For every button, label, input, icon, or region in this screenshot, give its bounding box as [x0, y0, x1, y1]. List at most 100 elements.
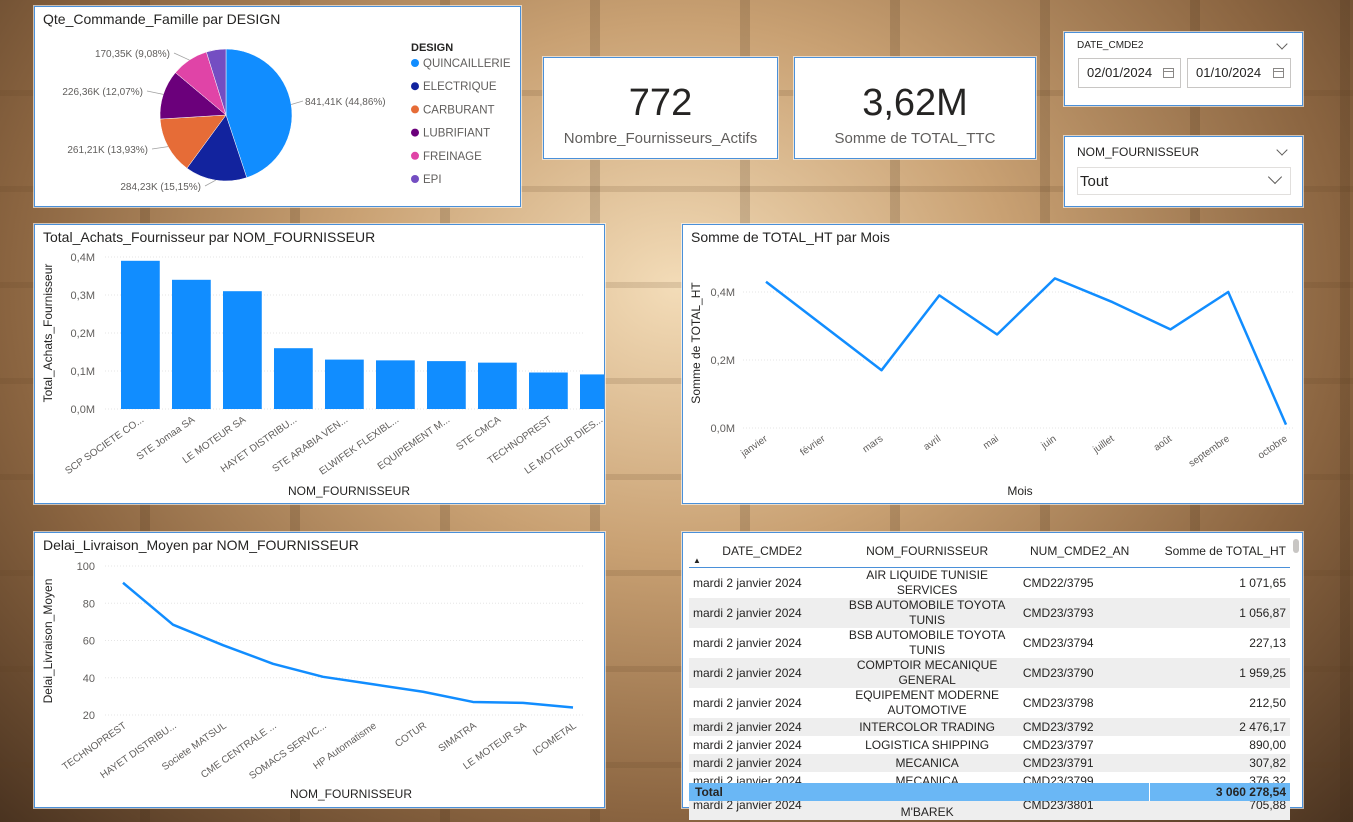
y-tick-label: 80	[83, 598, 95, 610]
orders-table-card[interactable]: ▲ DATE_CMDE2 NOM_FOURNISSEUR NUM_CMDE2_A…	[682, 532, 1303, 820]
legend-item-epi[interactable]: EPI	[423, 174, 442, 186]
cell-order-number: CMD22/3795	[1022, 576, 1094, 590]
bar[interactable]	[172, 279, 211, 409]
table-row[interactable]: mardi 2 janvier 2024 AIR LIQUIDE TUNISIE …	[689, 568, 1290, 599]
x-tick-label: septembre	[1187, 433, 1232, 469]
chevron-down-icon[interactable]	[1276, 38, 1288, 50]
column-header-total-ht[interactable]: Somme de TOTAL_HT	[1140, 535, 1290, 568]
cell-date: mardi 2 janvier 2024	[693, 738, 802, 752]
chevron-down-icon[interactable]	[1276, 144, 1288, 156]
cell-order-number: CMD23/3798	[1022, 696, 1094, 710]
table-row[interactable]: mardi 2 janvier 2024 LOGISTICA SHIPPING CM…	[689, 736, 1290, 754]
y-tick-label: 40	[83, 673, 95, 685]
supplier-dropdown-value: Tout	[1080, 173, 1109, 190]
x-axis-title: NOM_FOURNISSEUR	[288, 484, 410, 498]
bar[interactable]	[325, 359, 364, 409]
kpi-label-fournisseurs: Nombre_Fournisseurs_Actifs	[563, 130, 758, 147]
cell-date: mardi 2 janvier 2024	[689, 718, 836, 736]
monthly-line-chart-card[interactable]: Somme de TOTAL_HT par Mois 0,0M 0,2M 0,4M j…	[682, 224, 1303, 504]
calendar-icon[interactable]	[1273, 68, 1284, 78]
y-tick-label: 20	[83, 710, 95, 722]
cell-supplier: BSB AUTOMOBILE TOYOTA TUNIS	[835, 598, 1019, 628]
date-slicer-header: DATE_CMDE2	[1077, 40, 1144, 51]
x-tick-label: ICOMETAL	[531, 720, 579, 758]
pie-legend-title: DESIGN	[411, 42, 453, 54]
cell-supplier: MECANICA	[835, 754, 1019, 772]
line-series-delai[interactable]	[122, 581, 574, 709]
cell-supplier: INTERCOLOR TRADING	[835, 718, 1019, 736]
pie-chart-card[interactable]: Qte_Commande_Famille par DESIGN 841,41K …	[34, 6, 521, 207]
bar[interactable]	[376, 360, 415, 409]
cell-supplier: LOGISTICA SHIPPING	[865, 737, 990, 752]
kpi-card-total-ttc[interactable]: 3,62M Somme de TOTAL_TTC	[794, 57, 1036, 159]
pie-chart[interactable]: 841,41K (44,86%) 284,23K (15,15%) 261,21K …	[35, 7, 520, 206]
supplier-slicer[interactable]: NOM_FOURNISSEUR Tout	[1064, 136, 1303, 207]
date-to-input[interactable]: 01/10/2024	[1187, 58, 1291, 88]
x-tick-label: STE CMCA	[454, 414, 503, 453]
table-header-row: ▲ DATE_CMDE2 NOM_FOURNISSEUR NUM_CMDE2_A…	[689, 535, 1290, 568]
delay-line-chart-card[interactable]: Delai_Livraison_Moyen par NOM_FOURNISSEU…	[34, 532, 605, 808]
bar[interactable]	[427, 361, 466, 409]
bar-chart[interactable]: 0,0M 0,1M 0,2M 0,3M 0,4M SCP SOCIETE CO... STE…	[35, 225, 604, 503]
bar[interactable]	[478, 362, 517, 409]
y-tick-label: 0,0M	[711, 423, 735, 435]
y-tick-label: 100	[77, 561, 95, 573]
bar[interactable]	[529, 372, 568, 409]
legend-marker-freinage	[411, 151, 419, 160]
table-row[interactable]: mardi 2 janvier 2024 BSB AUTOMOBILE TOYOT…	[689, 628, 1290, 658]
bar[interactable]	[121, 260, 160, 409]
calendar-icon[interactable]	[1163, 68, 1174, 78]
pie-leader-line	[291, 100, 304, 105]
delay-line-chart[interactable]: 20406080100TECHNOPRESTHAYET DISTRIBU...S…	[35, 533, 604, 807]
cell-date: mardi 2 janvier 2024	[689, 658, 836, 688]
table-row[interactable]: mardi 2 janvier 2024 MECANICA CMD23/3791 30…	[689, 754, 1290, 772]
legend-item-freinage[interactable]: FREINAGE	[423, 151, 482, 163]
cell-total-ht: 1 071,65	[1239, 576, 1286, 590]
bar[interactable]	[223, 291, 262, 409]
bar[interactable]	[580, 374, 604, 409]
column-header-order-number[interactable]: NUM_CMDE2_AN	[1018, 535, 1141, 568]
date-from-input[interactable]: 02/01/2024	[1078, 58, 1181, 88]
table-scrollbar[interactable]	[1293, 539, 1299, 553]
column-header-supplier[interactable]: NOM_FOURNISSEUR	[835, 535, 1019, 568]
cell-total-ht: 2 476,17	[1140, 718, 1290, 736]
table-row[interactable]: mardi 2 janvier 2024 EQUIPEMENT MODERNE A…	[689, 688, 1290, 718]
date-from-value: 02/01/2024	[1087, 65, 1153, 80]
table-row[interactable]: mardi 2 janvier 2024 COMPTOIR MECANIQUE G…	[689, 658, 1290, 688]
kpi-value-fournisseurs: 772	[628, 82, 693, 124]
x-axis-title: NOM_FOURNISSEUR	[290, 787, 412, 801]
cell-order-number: CMD23/3793	[1018, 598, 1141, 628]
supplier-dropdown[interactable]: Tout	[1077, 167, 1291, 195]
date-slicer[interactable]: DATE_CMDE2 02/01/2024 01/10/2024	[1064, 32, 1303, 106]
table-row[interactable]: mardi 2 janvier 2024 INTERCOLOR TRADING CM…	[689, 718, 1290, 736]
cell-supplier: AIR LIQUIDE TUNISIE SERVICES	[866, 568, 989, 597]
cell-order-number: CMD23/3790	[1018, 658, 1141, 688]
y-tick-label: 0,2M	[71, 328, 95, 340]
column-header-date[interactable]: ▲ DATE_CMDE2	[689, 535, 836, 568]
date-to-value: 01/10/2024	[1196, 65, 1262, 80]
pie-data-label: 284,23K (15,15%)	[120, 182, 201, 193]
x-tick-label: mars	[861, 433, 886, 455]
x-tick-label: SCP SOCIETE CO...	[63, 414, 146, 476]
sort-ascending-icon[interactable]: ▲	[693, 556, 701, 565]
monthly-line-chart[interactable]: 0,0M 0,2M 0,4M janvier février mars avril mai ju…	[683, 225, 1302, 503]
kpi-card-fournisseurs[interactable]: 772 Nombre_Fournisseurs_Actifs	[543, 57, 778, 159]
x-tick-label: août	[1152, 433, 1174, 453]
pie-data-label: 261,21K (13,93%)	[67, 145, 148, 156]
x-axis-title: Mois	[1007, 484, 1032, 498]
legend-marker-epi	[411, 175, 419, 183]
table-row[interactable]: mardi 2 janvier 2024 BSB AUTOMOBILE TOYOT…	[689, 598, 1290, 628]
cell-date: mardi 2 janvier 2024	[689, 598, 836, 628]
legend-item-carburant[interactable]: CARBURANT	[423, 104, 495, 116]
x-tick-label: janvier	[738, 433, 770, 460]
legend-item-lubrifiant[interactable]: LUBRIFIANT	[423, 128, 490, 140]
legend-item-quincaillerie[interactable]: QUINCAILLERIE	[423, 58, 511, 70]
bar-chart-card[interactable]: Total_Achats_Fournisseur par NOM_FOURNIS…	[34, 224, 605, 504]
line-series-total-ht[interactable]	[765, 277, 1288, 426]
bar[interactable]	[274, 348, 313, 409]
cell-date: mardi 2 janvier 2024	[689, 754, 836, 772]
supplier-slicer-header: NOM_FOURNISSEUR	[1077, 145, 1200, 159]
legend-item-electrique[interactable]: ELECTRIQUE	[423, 81, 497, 93]
y-tick-label: 0,0M	[71, 404, 95, 416]
y-tick-label: 0,2M	[711, 355, 735, 367]
